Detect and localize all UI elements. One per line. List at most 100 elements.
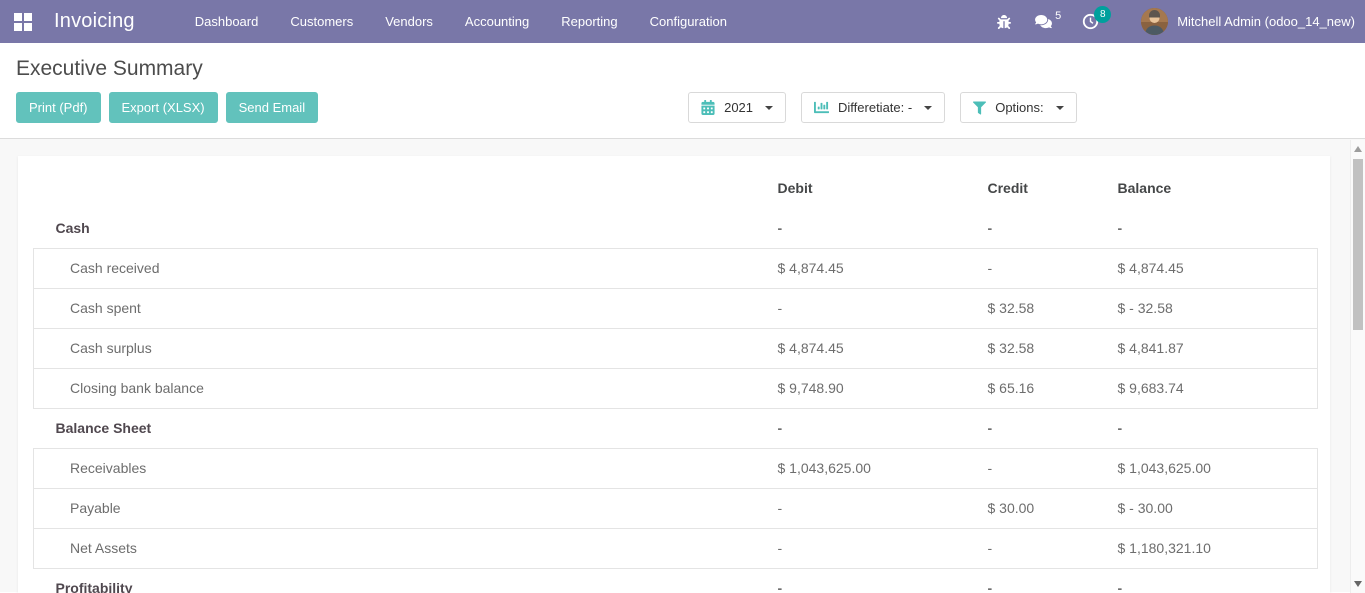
row-value: $ - 30.00 (1117, 500, 1173, 516)
table-row[interactable]: Profitability - - - (33, 568, 1318, 593)
row-value: - (987, 219, 993, 236)
nav-item-accounting[interactable]: Accounting (465, 14, 529, 29)
year-filter-dropdown[interactable]: 2021 (688, 92, 787, 123)
nav-menu: Dashboard Customers Vendors Accounting R… (195, 14, 727, 29)
row-value: - (987, 540, 993, 556)
row-value: $ 1,043,625.00 (777, 460, 871, 476)
row-value: - (987, 460, 993, 476)
row-value: - (777, 580, 783, 593)
action-buttons: Print (Pdf) Export (XLSX) Send Email (16, 92, 319, 123)
table-header-row: Debit Credit Balance (33, 168, 1318, 208)
user-avatar (1141, 8, 1169, 35)
row-label[interactable]: Receivables (34, 448, 746, 488)
app-name: Invoicing (54, 10, 135, 32)
row-label[interactable]: Payable (34, 488, 746, 528)
row-value: - (987, 580, 993, 593)
row-label[interactable]: Net Assets (34, 528, 746, 568)
row-value: - (987, 260, 993, 276)
row-value: - (1117, 420, 1123, 436)
user-name: Mitchell Admin (odoo_14_new) (1177, 14, 1355, 29)
column-header-debit: Debit (777, 180, 813, 196)
year-filter-label: 2021 (724, 100, 754, 115)
apps-grid-icon (14, 12, 32, 31)
filter-buttons: 2021 Differetiate: - Options: (688, 92, 1077, 123)
activities-clock-icon[interactable]: 8 (1082, 6, 1112, 30)
report-table-body: Cash - - - Cash received $ 4,874.45 - $ 4,874.4… (33, 208, 1318, 593)
row-label[interactable]: Cash surplus (34, 328, 746, 368)
row-value: - (1117, 219, 1123, 236)
vertical-scrollbar[interactable] (1350, 140, 1365, 593)
options-dropdown[interactable]: Options: (960, 92, 1077, 123)
row-value: $ 4,874.45 (1117, 260, 1184, 276)
report-sheet: Debit Credit Balance Cash - - - Cash receive… (18, 156, 1330, 593)
row-value: - (1117, 580, 1123, 593)
row-value: $ 9,683.74 (1117, 380, 1184, 396)
filter-funnel-icon (973, 101, 987, 115)
table-row[interactable]: Cash - - - (33, 208, 1318, 248)
row-value: $ 4,874.45 (777, 260, 844, 276)
row-label[interactable]: Closing bank balance (34, 368, 746, 408)
bar-chart-icon (814, 100, 830, 115)
page-title: Executive Summary (16, 57, 203, 80)
nav-item-reporting[interactable]: Reporting (561, 14, 617, 29)
table-row[interactable]: Payable - $ 30.00 $ - 30.00 (33, 488, 1318, 528)
row-value: - (987, 420, 993, 436)
table-row[interactable]: Net Assets - - $ 1,180,321.10 (33, 528, 1318, 568)
scrollbar-thumb[interactable] (1353, 159, 1363, 330)
executive-summary-table: Debit Credit Balance Cash - - - Cash receive… (33, 168, 1318, 593)
table-row[interactable]: Cash spent - $ 32.58 $ - 32.58 (33, 288, 1318, 328)
row-value: - (777, 420, 783, 436)
control-panel: Executive Summary Print (Pdf) Export (XL… (0, 43, 1365, 139)
calendar-icon (701, 100, 715, 115)
row-label[interactable]: Cash (34, 208, 746, 248)
row-value: $ 32.58 (987, 300, 1035, 316)
row-value: - (777, 300, 783, 316)
nav-item-vendors[interactable]: Vendors (385, 14, 433, 29)
column-header-empty (34, 168, 746, 208)
table-row[interactable]: Cash surplus $ 4,874.45 $ 32.58 $ 4,841.87 (33, 328, 1318, 368)
row-value: $ 32.58 (987, 340, 1035, 356)
activities-count-badge: 8 (1094, 6, 1112, 23)
differentiate-dropdown[interactable]: Differetiate: - (801, 92, 946, 123)
chevron-down-icon (924, 105, 933, 114)
row-value: $ 30.00 (987, 500, 1035, 516)
row-value: $ 1,180,321.10 (1117, 540, 1211, 556)
top-navbar: Invoicing Dashboard Customers Vendors Ac… (0, 0, 1365, 43)
print-pdf-button[interactable]: Print (Pdf) (16, 92, 101, 123)
row-value: $ 65.16 (987, 380, 1035, 396)
column-header-credit: Credit (987, 180, 1028, 196)
table-row[interactable]: Closing bank balance $ 9,748.90 $ 65.16 $ 9… (33, 368, 1318, 408)
chevron-down-icon (765, 105, 774, 114)
row-value: - (777, 219, 783, 236)
row-value: $ 4,841.87 (1117, 340, 1184, 356)
column-header-balance: Balance (1117, 180, 1172, 196)
options-label: Options: (995, 100, 1044, 115)
user-menu[interactable]: Mitchell Admin (odoo_14_new) (1141, 8, 1355, 35)
report-content: Debit Credit Balance Cash - - - Cash receive… (0, 139, 1365, 593)
row-value: - (777, 500, 783, 516)
row-value: $ - 32.58 (1117, 300, 1173, 316)
row-value: $ 1,043,625.00 (1117, 460, 1211, 476)
table-row[interactable]: Balance Sheet - - - (33, 408, 1318, 448)
send-email-button[interactable]: Send Email (225, 92, 319, 123)
chevron-down-icon (1055, 105, 1064, 114)
messages-icon[interactable]: 5 (1035, 10, 1061, 29)
row-value: $ 9,748.90 (777, 380, 844, 396)
row-label[interactable]: Cash spent (34, 288, 746, 328)
apps-menu-button[interactable] (0, 0, 46, 43)
row-value: - (777, 540, 783, 556)
table-row[interactable]: Receivables $ 1,043,625.00 - $ 1,043,625.00 (33, 448, 1318, 488)
scroll-down-arrow-icon[interactable] (1354, 581, 1362, 587)
row-label[interactable]: Profitability (34, 568, 746, 593)
debug-bug-icon[interactable] (997, 14, 1012, 29)
nav-item-customers[interactable]: Customers (290, 14, 353, 29)
row-label[interactable]: Balance Sheet (34, 408, 746, 448)
nav-item-dashboard[interactable]: Dashboard (195, 14, 259, 29)
scroll-up-arrow-icon[interactable] (1354, 146, 1362, 152)
table-row[interactable]: Cash received $ 4,874.45 - $ 4,874.45 (33, 248, 1318, 288)
export-xlsx-button[interactable]: Export (XLSX) (108, 92, 218, 123)
systray: 5 8 Mitchell Admin (odoo_14_new) (997, 6, 1355, 35)
nav-item-configuration[interactable]: Configuration (650, 14, 727, 29)
differentiate-label: Differetiate: - (838, 100, 913, 115)
row-label[interactable]: Cash received (34, 248, 746, 288)
